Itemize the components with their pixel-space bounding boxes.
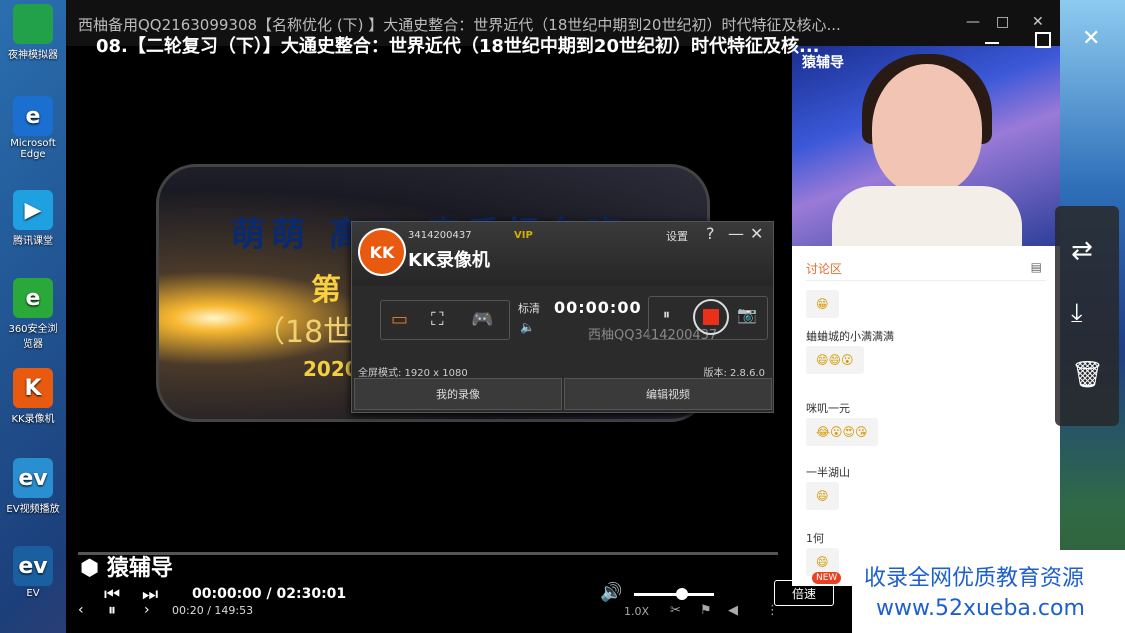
kk-quality[interactable]: 标清 [518, 300, 540, 316]
desktop-icon-label: EV视频播放 [6, 504, 60, 515]
app-icon: e [13, 278, 53, 318]
edit-video-label: 编辑视频 [646, 388, 690, 401]
region-mode-icon[interactable]: ⛶ [431, 309, 444, 330]
chevron-right-icon[interactable]: › [144, 602, 150, 618]
app-icon [13, 4, 53, 44]
overlay-title: 08.【二轮复习（下）】大通史整合：世界近代（18世纪中期到20世纪初）时代特征… [96, 36, 820, 57]
promo-banner: 收录全网优质教育资源 www.52xueba.com [852, 550, 1125, 633]
chat-message: 😄😄😮 [806, 346, 864, 374]
kk-vip-badge[interactable]: VIP [514, 230, 533, 241]
kk-stop-button[interactable] [693, 299, 729, 335]
kk-app-name: KK录像机 [408, 250, 490, 271]
desktop-icon[interactable]: e 360安全浏览器 [4, 278, 62, 350]
kk-record-controls: ⏸ 📷 [648, 296, 768, 340]
app-icon: K [13, 368, 53, 408]
scissors-icon[interactable]: ✂ [670, 603, 681, 618]
kk-close-icon[interactable]: ✕ [750, 224, 763, 243]
overlay-maximize-icon[interactable] [1035, 32, 1051, 48]
close-button[interactable]: ✕ [1032, 14, 1044, 30]
minimize-button[interactable]: — [966, 14, 980, 30]
kk-account[interactable]: 3414200437 [408, 230, 472, 241]
kk-pause-icon[interactable]: ⏸ [663, 307, 670, 323]
download-icon[interactable]: ⤓ [1071, 298, 1083, 329]
desktop-icon[interactable]: ev EV [4, 546, 62, 599]
playback-rate[interactable]: 1.0X [624, 605, 649, 618]
progress-bar[interactable] [78, 552, 778, 555]
divider [806, 280, 1046, 281]
speed-label: 倍速 [791, 586, 816, 601]
share-icon[interactable]: ⇄ [1071, 236, 1093, 266]
kk-mode-selector: ▭ ⛶ 🎮 [380, 300, 510, 340]
app-icon: ev [13, 458, 53, 498]
player-controls: ⬢ 猿辅导 ⏮ ⏭ 00:00:00 / 02:30:01 ‹ ⏸ › 00:2… [66, 550, 842, 633]
help-icon[interactable]: ? [706, 224, 715, 243]
app-icon: e [13, 96, 53, 136]
chat-message: 😂😮😍😘 [806, 418, 878, 446]
desktop-icon[interactable]: ▶ 腾讯课堂 [4, 190, 62, 247]
desktop-icon[interactable]: K KK录像机 [4, 368, 62, 425]
volume-handle[interactable] [676, 588, 688, 600]
trash-icon[interactable]: 🗑 [1071, 360, 1104, 390]
chat-settings-icon[interactable]: ▤ [1031, 260, 1042, 274]
chat-message: 😁 [806, 290, 839, 318]
chat-username: 蛐蛐城的小满满满 [806, 330, 894, 343]
brand-logo: ⬢ 猿辅导 [80, 556, 173, 581]
chevron-left-icon[interactable]: ‹ [78, 602, 84, 618]
my-recordings-label: 我的录像 [436, 388, 480, 401]
slide-line-2: 第 [311, 273, 341, 308]
app-icon: ▶ [13, 190, 53, 230]
brand-text: 猿辅导 [106, 556, 173, 581]
teacher-body [832, 186, 1022, 246]
tab-discussion[interactable]: 讨论区 [806, 260, 842, 277]
my-recordings-button[interactable]: 我的录像 [354, 378, 562, 410]
kk-logo-icon: KK [358, 228, 406, 276]
kk-timer: 00:00:00 [554, 298, 642, 317]
overlay-close-icon[interactable]: ✕ [1082, 26, 1100, 51]
chat-username: 咪叽一元 [806, 402, 850, 415]
teacher-face [872, 64, 982, 194]
pause-icon[interactable]: ⏸ [108, 600, 116, 620]
stop-icon [703, 309, 719, 325]
app-icon: ev [13, 546, 53, 586]
kk-recorder-window: KK 3414200437 VIP KK录像机 设置 ? — ✕ ▭ ⛶ 🎮 标… [351, 221, 774, 413]
time-display: 00:00:00 / 02:30:01 [192, 586, 347, 602]
flag-icon[interactable]: ⚑ [700, 603, 712, 618]
camera-icon[interactable]: 📷 [737, 305, 757, 324]
volume-slider[interactable] [634, 593, 714, 596]
desktop-icon[interactable]: ev EV视频播放 [4, 458, 62, 515]
desktop-icon-label: Microsoft Edge [10, 138, 56, 160]
kk-version: 版本: 2.8.6.0 [703, 368, 765, 379]
speaker-icon[interactable]: ◀ [728, 603, 738, 618]
side-toolbar: ⇄ ⤓ 🗑 [1055, 206, 1119, 426]
overlay-minimize-icon[interactable] [985, 42, 999, 44]
desktop-icon-label: 360安全浏览器 [8, 324, 58, 350]
kk-minimize-icon[interactable]: — [728, 224, 744, 243]
kk-header: KK 3414200437 VIP KK录像机 设置 ? — ✕ [352, 222, 773, 286]
desktop-icon-label: 腾讯课堂 [13, 236, 53, 247]
game-mode-icon[interactable]: 🎮 [471, 309, 493, 330]
kk-mode-info: 全屏模式: 1920 x 1080 [358, 368, 468, 379]
desktop-icon-label: KK录像机 [11, 414, 55, 425]
promo-line-1: 收录全网优质教育资源 [864, 566, 1085, 591]
desktop-icon[interactable]: 夜神模拟器 [4, 4, 62, 61]
kk-volume-icon[interactable]: 🔈 [520, 320, 535, 334]
kk-settings-button[interactable]: 设置 [666, 228, 688, 244]
maximize-button[interactable]: □ [996, 14, 1009, 30]
chat-username: 一半湖山 [806, 466, 850, 479]
discussion-panel: 讨论区 ▤ 😁 蛐蛐城的小满满满 😄😄😮 咪叽一元 😂😮😍😘 一半湖山 😄 1何 😄 [792, 246, 1060, 586]
promo-line-2: www.52xueba.com [876, 596, 1085, 621]
volume-icon[interactable]: 🔊 [600, 582, 622, 603]
desktop-icon-label: EV [26, 588, 40, 599]
chat-username: 1何 [806, 532, 824, 545]
fullscreen-mode-icon[interactable]: ▭ [391, 309, 408, 330]
edit-video-button[interactable]: 编辑视频 [564, 378, 772, 410]
new-badge-text: NEW [816, 573, 838, 583]
new-badge: NEW [812, 572, 842, 584]
chat-message: 😄 [806, 482, 839, 510]
more-icon[interactable]: ⋮ [766, 603, 779, 618]
desktop-icon[interactable]: e Microsoft Edge [4, 96, 62, 160]
playback-time: 00:20 / 149:53 [172, 604, 254, 617]
teacher-webcam: 猿辅导 [792, 46, 1060, 246]
desktop-icon-label: 夜神模拟器 [8, 50, 58, 61]
